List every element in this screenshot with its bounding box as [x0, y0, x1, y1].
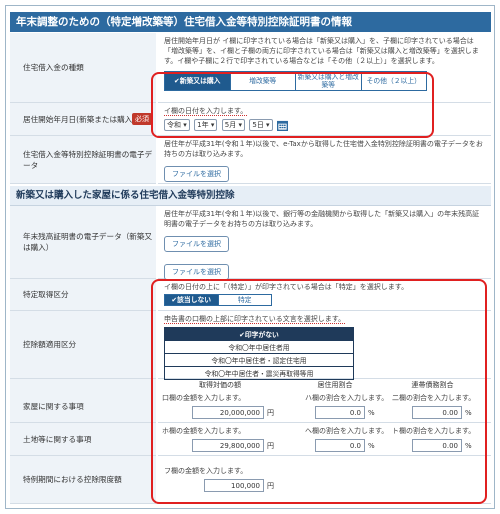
- loan-type-option-other[interactable]: その他（２以上）: [360, 72, 426, 90]
- section1-title: 年末調整のための（特定増改築等）住宅借入金等特別控除証明書の情報: [10, 12, 491, 32]
- special-option-none[interactable]: ✔該当しない: [165, 295, 218, 305]
- special-acquisition-toggle: ✔該当しない 特定: [164, 294, 272, 306]
- land-price-hint: ホ欄の金額を入力します。: [162, 427, 246, 435]
- certificate-label: 住宅借入金等特別控除証明書の電子データ: [10, 136, 156, 184]
- era-select[interactable]: 令和 ▾: [164, 119, 190, 131]
- deduction-option-none[interactable]: ✔印字がない: [165, 328, 353, 340]
- balance-cert-description: 居住年が平成31年(令和１年)以後で、銀行等の金融機関から取得した「新築又は購入…: [164, 210, 480, 228]
- house-price-input[interactable]: 20,000,000: [192, 406, 264, 419]
- loan-type-option-new[interactable]: ✔新築又は購入: [165, 72, 230, 90]
- deduction-option-certified[interactable]: 令和〇年中居住者・認定住宅用: [165, 353, 353, 366]
- loan-type-option-new-and-renovation[interactable]: 新築又は購入と増改築等: [295, 72, 361, 90]
- house-row: 家屋に関する事項 口欄の金額を入力します。 20,000,000 円 ハ欄の割合を…: [10, 391, 491, 423]
- deduction-label: 控除額適用区分: [10, 311, 156, 379]
- month-select[interactable]: 5月 ▾: [221, 119, 245, 131]
- move-in-date-hint: イ欄の日付を入力します。: [164, 107, 248, 116]
- deduction-hint: 申告書の口欄の上部に印字されている文言を選択します。: [164, 315, 346, 324]
- loan-type-option-renovation[interactable]: 増改築等: [229, 72, 295, 90]
- grid-header-price: 取得対価の額: [199, 381, 241, 389]
- grid-header-joint-debt: 連帯債務割合: [411, 381, 454, 389]
- deduction-row: 控除額適用区分 申告書の口欄の上部に印字されている文言を選択します。 ✔印字がな…: [10, 311, 491, 380]
- year-select[interactable]: 1年 ▾: [194, 119, 218, 131]
- land-joint-debt-hint: ト欄の割合を入力します。: [392, 427, 476, 435]
- house-residential-input[interactable]: 0.0: [315, 406, 365, 419]
- house-joint-debt-input[interactable]: 0.00: [412, 406, 462, 419]
- house-residential-hint: ハ欄の割合を入力します。: [305, 394, 389, 402]
- land-price-input[interactable]: 29,800,000: [192, 439, 264, 452]
- deduction-option-table: ✔印字がない 令和〇年中居住者用 令和〇年中居住者・認定住宅用 令和〇年中居住者…: [164, 327, 354, 380]
- deduction-option-resident[interactable]: 令和〇年中居住者用: [165, 340, 353, 353]
- loan-type-description: 居住開始年月日が イ欄に印字されている場合は「新築又は購入」を、子欄に印字されて…: [164, 37, 479, 65]
- deduction-limit-input[interactable]: 100,000: [204, 479, 264, 492]
- certificate-row: 住宅借入金等特別控除証明書の電子データ 居住年が平成31年(令和１年)以後で、e…: [10, 136, 491, 184]
- certificate-description: 居住年が平成31年(令和１年)以後で、e-Taxから取得した住宅借入金特別控除証…: [164, 140, 483, 158]
- loan-type-label: 住宅借入金の種類: [10, 33, 156, 103]
- day-select[interactable]: 5日 ▾: [249, 119, 273, 131]
- land-residential-input[interactable]: 0.0: [315, 439, 365, 452]
- deduction-option-disaster[interactable]: 令和〇年中居住者・震災再取得等用: [165, 366, 353, 379]
- special-option-special[interactable]: 特定: [217, 295, 271, 305]
- loan-type-segmented-control: ✔新築又は購入 増改築等 新築又は購入と増改築等 その他（２以上）: [164, 71, 427, 91]
- special-acquisition-row: 特定取得区分 イ欄の日付の上に「（特定）」が印字されている場合は「特定」を選択し…: [10, 279, 491, 311]
- land-row: 土地等に関する事項 ホ欄の金額を入力します。 29,800,000 円 へ欄の割合…: [10, 423, 491, 456]
- required-badge: 必須: [132, 113, 152, 125]
- deduction-limit-label: 特例期間における控除限度額: [23, 475, 122, 484]
- certificate-file-button[interactable]: ファイルを選択: [164, 166, 229, 182]
- house-price-hint: 口欄の金額を入力します。: [162, 394, 246, 402]
- move-in-date-label: 居住開始年月日(新築または購入): [23, 114, 136, 124]
- deduction-limit-hint: フ欄の金額を入力します。: [164, 467, 248, 475]
- house-label: 家屋に関する事項: [10, 391, 156, 423]
- grid-header-residential: 居住用割合: [317, 381, 353, 389]
- grid-header-row: 取得対価の額 居住用割合 連帯債務割合: [10, 379, 491, 391]
- calendar-icon[interactable]: [276, 120, 288, 131]
- section2-title: 新築又は購入した家屋に係る住宅借入金等特別控除: [10, 186, 491, 206]
- special-acquisition-hint: イ欄の日付の上に「（特定）」が印字されている場合は「特定」を選択します。: [164, 283, 409, 291]
- house-joint-debt-hint: 二欄の割合を入力します。: [392, 394, 476, 402]
- balance-cert-label: 年末残高証明書の電子データ（新築又は購入）: [10, 206, 156, 279]
- balance-cert-row: 年末残高証明書の電子データ（新築又は購入） 居住年が平成31年(令和１年)以後で…: [10, 206, 491, 280]
- land-residential-hint: へ欄の割合を入力します。: [305, 427, 389, 435]
- move-in-date-row: 居住開始年月日(新築または購入) 必須 イ欄の日付を入力します。 令和 ▾ 1年…: [10, 103, 491, 136]
- deduction-limit-row: 特例期間における控除限度額 フ欄の金額を入力します。 100,000 円: [10, 456, 491, 504]
- loan-type-row: 住宅借入金の種類 居住開始年月日が イ欄に印字されている場合は「新築又は購入」を…: [10, 33, 491, 103]
- special-acquisition-label: 特定取得区分: [10, 279, 156, 311]
- balance-cert-file-button-2[interactable]: ファイルを選択: [164, 264, 229, 280]
- land-label: 土地等に関する事項: [10, 423, 156, 456]
- balance-cert-file-button-1[interactable]: ファイルを選択: [164, 236, 229, 252]
- land-joint-debt-input[interactable]: 0.00: [412, 439, 462, 452]
